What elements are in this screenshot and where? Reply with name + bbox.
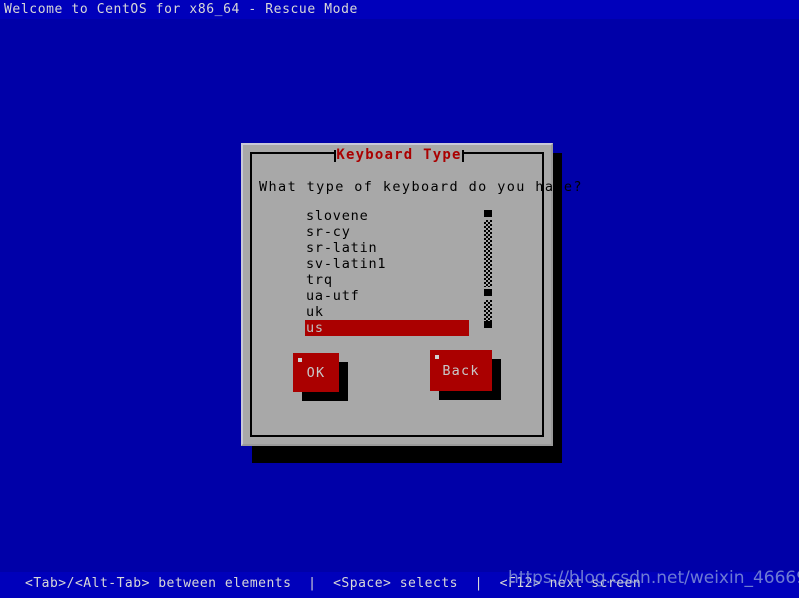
scrollbar-thumb[interactable] [484,210,492,217]
list-item[interactable]: sv-latin1 [305,256,490,272]
list-item[interactable]: uk [305,304,490,320]
welcome-banner-text: Welcome to CentOS for x86_64 - Rescue Mo… [4,2,358,17]
list-item[interactable]: sr-latin [305,240,490,256]
keyboard-hints-text: <Tab>/<Alt-Tab> between elements | <Spac… [25,576,642,591]
back-button[interactable]: Back [430,350,492,391]
keyboard-type-dialog: Keyboard Type What type of keyboard do y… [241,143,582,446]
list-item[interactable]: slovene [305,208,490,224]
keyboard-layout-list[interactable]: slovene sr-cy sr-latin sv-latin1 trq ua-utf uk… [305,208,490,336]
list-item[interactable]: sr-cy [305,224,490,240]
scrollbar-track[interactable] [484,220,492,287]
bottom-status-bar: <Tab>/<Alt-Tab> between elements | <Spac… [0,572,799,598]
list-item[interactable]: ua-utf [305,288,490,304]
list-item[interactable]: trq [305,272,490,288]
dialog-prompt-text: What type of keyboard do you have? [259,179,583,195]
list-item[interactable]: us [305,320,469,336]
scrollbar-thumb[interactable] [484,321,492,328]
rescue-mode-screen: Welcome to CentOS for x86_64 - Rescue Mo… [0,0,799,598]
ok-button[interactable]: OK [293,353,339,392]
dialog-title: Keyboard Type [336,147,462,163]
scrollbar-thumb[interactable] [484,289,492,296]
top-banner: Welcome to CentOS for x86_64 - Rescue Mo… [0,0,799,19]
vertical-scrollbar[interactable] [484,208,492,335]
